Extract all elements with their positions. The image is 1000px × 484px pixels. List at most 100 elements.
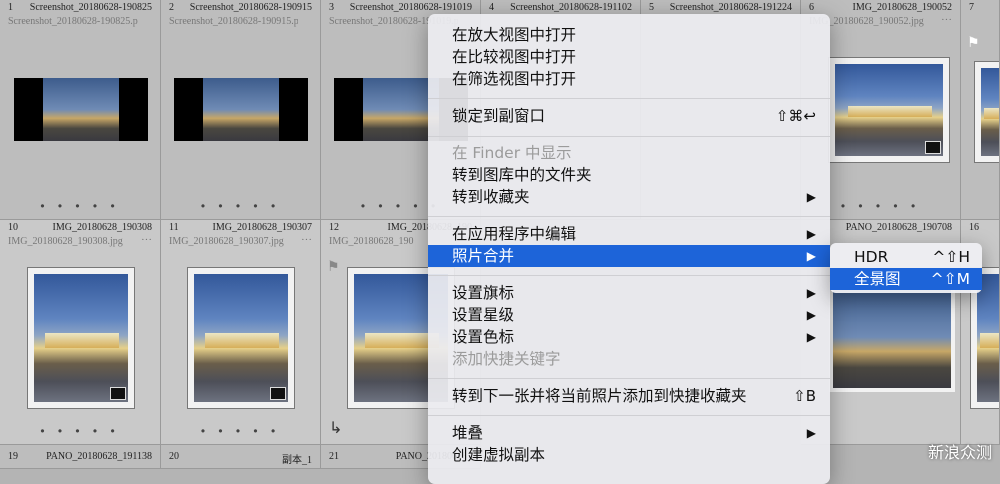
cell-number: 2	[169, 2, 174, 13]
menu-item-label: 锁定到副窗口	[452, 107, 546, 125]
cell-filename: IMG_20180628_190308.jpg	[8, 236, 123, 247]
menu-item-set-flag[interactable]: 设置旗标 ▶	[428, 282, 830, 304]
cell-filename: Screenshot_20180628-190915.png	[169, 16, 298, 27]
cell-title: IMG_20180628_190307	[212, 222, 312, 233]
menu-item-open-loupe[interactable]: 在放大视图中打开	[428, 24, 830, 46]
thumbnail[interactable]	[975, 62, 999, 162]
cell-header: 11 IMG_20180628_190307 IMG_20180628_1903…	[161, 220, 320, 256]
cell-number: 1	[8, 2, 13, 13]
cell-title: IMG_20180628_190308	[52, 222, 152, 233]
menu-item-stacking[interactable]: 堆叠 ▶	[428, 422, 830, 444]
edit-badge-icon	[270, 387, 286, 400]
more-icon[interactable]: ···	[941, 14, 952, 26]
cell-rating-dots[interactable]: • • • • •	[161, 424, 320, 438]
cell-number: 3	[329, 2, 334, 13]
menu-item-set-color-label[interactable]: 设置色标 ▶	[428, 326, 830, 348]
submenu-arrow-icon: ▶	[806, 426, 816, 440]
menu-item-show-in-finder: 在 Finder 中显示	[428, 142, 830, 164]
cell-number: 6	[809, 2, 814, 13]
photo-cell[interactable]: 1 Screenshot_20180628-190825 Screenshot_…	[0, 0, 161, 220]
cell-header: 2 Screenshot_20180628-190915 Screenshot_…	[161, 0, 320, 36]
cell-number: 20	[169, 451, 179, 462]
menu-item-photo-merge[interactable]: 照片合并 ▶	[428, 245, 830, 267]
cell-number: 7	[969, 2, 974, 13]
menu-item-set-rating[interactable]: 设置星级 ▶	[428, 304, 830, 326]
menu-item-label: 在放大视图中打开	[452, 26, 577, 44]
cell-filename: IMG_20180628_190307.jpg	[169, 236, 284, 247]
more-icon[interactable]: ···	[141, 234, 152, 246]
cell-number: 10	[8, 222, 18, 233]
thumbnail[interactable]	[188, 268, 294, 408]
thumbnail[interactable]	[174, 78, 308, 141]
cell-rating-dots[interactable]: • • • • •	[0, 199, 160, 213]
menu-item-label: 转到下一张并将当前照片添加到快捷收藏夹	[452, 387, 747, 405]
menu-item-label: 照片合并	[452, 247, 515, 265]
cell-title: Screenshot_20180628-190915	[189, 2, 312, 13]
cell-number: 5	[649, 2, 654, 13]
menu-item-create-virtual-copy[interactable]: 创建虚拟副本	[428, 444, 830, 466]
menu-item-open-survey[interactable]: 在筛选视图中打开	[428, 68, 830, 90]
return-arrow-icon[interactable]: ↳	[329, 418, 342, 438]
edit-badge-icon	[110, 387, 126, 400]
menu-item-open-compare[interactable]: 在比较视图中打开	[428, 46, 830, 68]
shortcut-label: ^⇧M	[930, 270, 970, 288]
menu-separator	[428, 136, 830, 137]
menu-item-label: 堆叠	[452, 424, 484, 442]
menu-item-label: 设置旗标	[452, 284, 515, 302]
thumbnail[interactable]	[14, 78, 148, 141]
menu-separator	[428, 275, 830, 276]
thumbnail[interactable]	[829, 58, 949, 162]
photo-merge-submenu: HDR ^⇧H 全景图 ^⇧M	[830, 243, 982, 293]
cell-title: Screenshot_20180628-191102	[510, 2, 632, 13]
submenu-item-hdr[interactable]: HDR ^⇧H	[830, 246, 982, 268]
menu-item-label: 设置星级	[452, 306, 515, 324]
cell-title: 副本_1	[282, 455, 312, 466]
cell-header: 20 副本_1	[161, 445, 320, 468]
cell-number: 19	[8, 451, 18, 462]
edit-badge-icon	[925, 141, 941, 154]
shortcut-label: ⇧B	[793, 387, 816, 405]
photo-cell[interactable]: 2 Screenshot_20180628-190915 Screenshot_…	[161, 0, 321, 220]
submenu-arrow-icon: ▶	[806, 330, 816, 344]
cell-number: 16	[969, 222, 979, 233]
menu-separator	[428, 98, 830, 99]
cell-number: 11	[169, 222, 179, 233]
cell-header: 10 IMG_20180628_190308 IMG_20180628_1903…	[0, 220, 160, 256]
flag-icon[interactable]: ⚑	[967, 34, 980, 51]
menu-item-go-to-folder[interactable]: 转到图库中的文件夹	[428, 164, 830, 186]
more-icon[interactable]: ···	[301, 234, 312, 246]
submenu-arrow-icon: ▶	[806, 249, 816, 263]
cell-rating-dots[interactable]: • • • • •	[161, 199, 320, 213]
menu-item-add-to-quick-collection-next[interactable]: 转到下一张并将当前照片添加到快捷收藏夹 ⇧B	[428, 385, 830, 407]
submenu-item-panorama[interactable]: 全景图 ^⇧M	[830, 268, 982, 290]
thumbnail[interactable]	[829, 282, 955, 392]
cell-header: 1 Screenshot_20180628-190825 Screenshot_…	[0, 0, 160, 36]
cell-number: 21	[329, 451, 339, 462]
cell-rating-dots[interactable]: • • • • •	[0, 424, 160, 438]
submenu-arrow-icon: ▶	[806, 190, 816, 204]
submenu-arrow-icon: ▶	[806, 227, 816, 241]
menu-separator	[428, 378, 830, 379]
submenu-item-label: 全景图	[854, 270, 901, 288]
menu-separator	[428, 216, 830, 217]
menu-item-label: 添加快捷关键字	[452, 350, 561, 368]
menu-item-add-shortcut-keyword: 添加快捷关键字	[428, 348, 830, 370]
menu-item-go-to-collection[interactable]: 转到收藏夹 ▶	[428, 186, 830, 208]
photo-cell[interactable]: 20 副本_1	[161, 445, 321, 469]
menu-item-label: 在 Finder 中显示	[452, 144, 572, 162]
menu-item-edit-in[interactable]: 在应用程序中编辑 ▶	[428, 223, 830, 245]
menu-item-label: 设置色标	[452, 328, 515, 346]
photo-cell[interactable]: 11 IMG_20180628_190307 IMG_20180628_1903…	[161, 220, 321, 445]
photo-cell[interactable]: 10 IMG_20180628_190308 IMG_20180628_1903…	[0, 220, 161, 445]
menu-item-lock-secondary[interactable]: 锁定到副窗口 ⇧⌘↩	[428, 105, 830, 127]
thumbnail[interactable]	[28, 268, 134, 408]
photo-cell[interactable]: 7 ⚑	[961, 0, 1000, 220]
cell-number: 4	[489, 2, 494, 13]
cell-title: PANO_20180628_191138	[46, 451, 152, 462]
submenu-arrow-icon: ▶	[806, 308, 816, 322]
flag-icon[interactable]: ⚑	[327, 258, 340, 275]
cell-title: Screenshot_20180628-190825	[29, 2, 152, 13]
cell-number: 12	[329, 222, 339, 233]
photo-cell[interactable]: 19 PANO_20180628_191138	[0, 445, 161, 469]
watermark: 新浪众测	[927, 443, 992, 462]
